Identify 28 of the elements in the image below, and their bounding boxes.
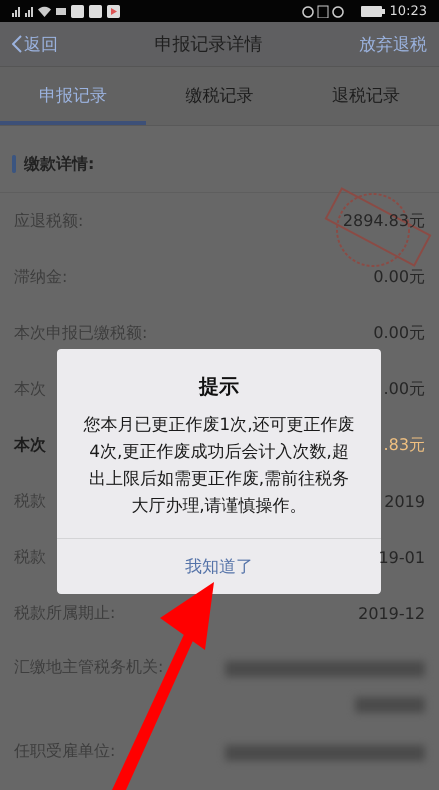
dialog-message: 您本月已更正作废1次,还可更正作废4次,更正作废成功后会计入次数,超出上限后如需更正作废,需前往税务大厅办理,请谨慎操作。 bbox=[82, 414, 356, 518]
field-value: 0.00元 bbox=[373, 322, 425, 344]
field-value: 2019 bbox=[384, 492, 425, 510]
field-value: .83元 bbox=[384, 434, 425, 456]
field-value: 0.00元 bbox=[373, 266, 425, 288]
field-value: .00元 bbox=[384, 378, 425, 400]
tab[interactable]: 申报记录 bbox=[0, 67, 146, 125]
field-label: 本次 bbox=[14, 434, 46, 456]
document-app-icon bbox=[89, 4, 102, 18]
page-title: 申报记录详情 bbox=[154, 33, 262, 56]
back-link[interactable]: 返回 bbox=[12, 32, 58, 56]
wifi-icon bbox=[38, 6, 51, 16]
accent-bar bbox=[12, 155, 16, 173]
section-title: 缴款详情: bbox=[24, 154, 94, 174]
dialog-title: 提示 bbox=[199, 373, 239, 400]
field-value: 2019-12 bbox=[358, 604, 425, 622]
field-value: 2894.83元 bbox=[342, 210, 425, 232]
tab[interactable]: 退税记录 bbox=[292, 67, 439, 125]
status-time: 10:23 bbox=[390, 4, 427, 18]
signal-icon bbox=[25, 5, 33, 17]
battery-icon bbox=[360, 6, 385, 16]
signal-icon bbox=[12, 5, 20, 17]
play-app-icon bbox=[107, 4, 120, 18]
video-icon bbox=[56, 8, 66, 14]
cloud-app-icon bbox=[71, 4, 84, 18]
tab[interactable]: 缴税记录 bbox=[146, 67, 293, 125]
abandon-refund-link[interactable]: 放弃退税 bbox=[359, 32, 427, 56]
chevron-left-icon bbox=[12, 35, 22, 53]
